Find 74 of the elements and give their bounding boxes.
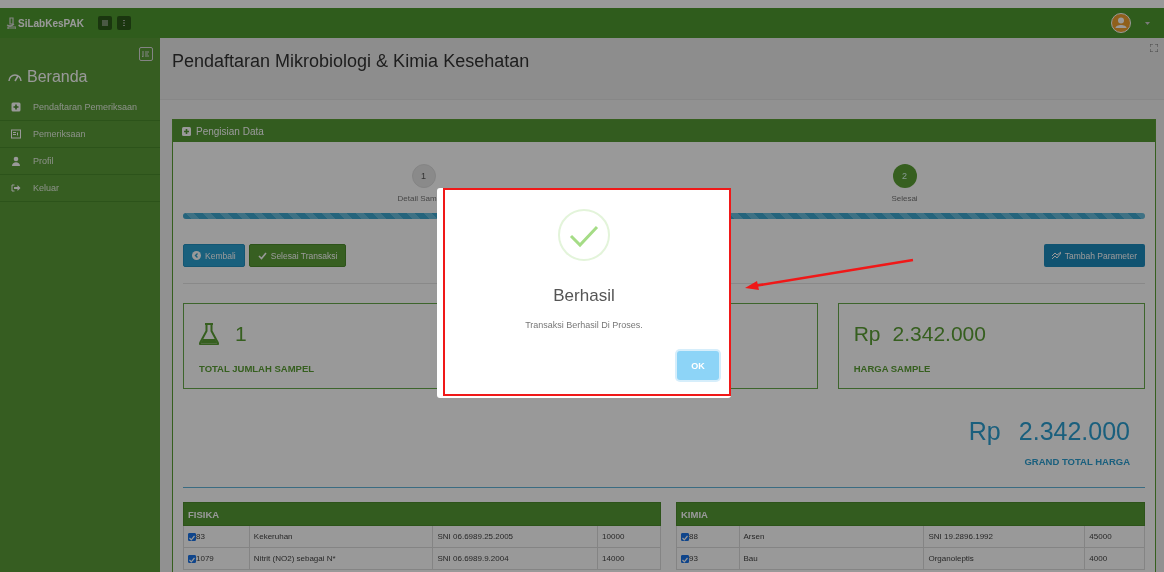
parameter-id: 88 (689, 532, 698, 541)
back-circle-icon (192, 251, 201, 260)
card-icon (11, 129, 21, 139)
checkmark-icon (189, 557, 195, 563)
stat-label: HARGA SAMPLE (853, 363, 932, 374)
check-icon (257, 251, 267, 260)
stat-label: TOTAL JUMLAH SAMPEL (199, 363, 316, 374)
brand-logo[interactable]: SiLabKesPAK (6, 17, 98, 29)
method-cell: SNI 19.2896.1992 (924, 525, 1085, 548)
price-cell: 14000 (597, 547, 661, 570)
parameter-id: 93 (689, 554, 698, 563)
checkmark-icon (682, 557, 688, 563)
currency-label: Rp (968, 417, 1001, 446)
method-cell: SNI 06.6989.25.2005 (432, 525, 598, 548)
parameter-name: Kekeruhan (249, 525, 433, 548)
success-check-icon (558, 209, 610, 261)
currency-label: Rp (853, 322, 881, 346)
method-cell: Organoleptis (924, 547, 1085, 570)
panel-title: Pengisian Data (196, 125, 264, 137)
flask-icon (199, 323, 219, 345)
sidebar-collapse-button[interactable] (139, 47, 153, 61)
menu-icon (101, 19, 109, 27)
sidebar-item-label: Profil (33, 156, 54, 166)
chart-line-icon (1051, 251, 1061, 260)
gauge-icon (8, 72, 22, 82)
exit-icon (11, 183, 21, 193)
home-link[interactable]: Beranda (8, 68, 88, 86)
brand-name: SiLabKesPAK (18, 17, 84, 29)
plus-icon (11, 102, 21, 112)
back-button[interactable]: Kembali (183, 244, 245, 267)
price-cell: 45000 (1084, 525, 1145, 548)
price-cell: 4000 (1084, 547, 1145, 570)
parameter-id: 1079 (196, 554, 214, 563)
add-button[interactable]: Tambah Parameter (1043, 244, 1145, 267)
parameter-id: 83 (196, 532, 205, 541)
user-icon (11, 156, 21, 166)
checkmark-icon (189, 535, 195, 541)
page-title: Pendaftaran Mikrobiologi & Kimia Kesehatan (172, 51, 530, 72)
fullscreen-icon (1150, 44, 1158, 52)
grand-total-label: GRAND TOTAL HARGA (1024, 456, 1130, 467)
stat-value: 2.342.000 (892, 322, 986, 346)
step-label: Selesai (891, 194, 918, 203)
checkbox[interactable] (188, 533, 196, 541)
finish-button[interactable]: Selesai Transaksi (248, 244, 347, 267)
kebab-icon (122, 19, 126, 27)
stat-value: 1 (235, 322, 247, 346)
checkbox[interactable] (681, 555, 689, 563)
step-circle[interactable]: 2 (892, 164, 917, 188)
ok-button[interactable]: OK (677, 351, 719, 380)
menu-toggle-button[interactable] (98, 16, 112, 30)
list-icon (142, 50, 150, 58)
table-header: FISIKA (183, 502, 661, 526)
checkbox[interactable] (188, 555, 196, 563)
step-label: Detail Sam (397, 194, 437, 203)
sidebar-item-label: Pemeriksaan (33, 129, 86, 139)
method-cell: SNI 06.6989.9.2004 (432, 547, 598, 570)
checkmark-icon (682, 535, 688, 541)
dialog-message: Transaksi Berhasil Di Proses. (525, 320, 643, 330)
dialog-title: Berhasil (553, 286, 615, 306)
caret-icon (1145, 21, 1150, 25)
user-avatar-icon (1111, 13, 1131, 33)
checkbox[interactable] (681, 533, 689, 541)
sidebar-item-label: Keluar (33, 183, 59, 193)
home-label: Beranda (27, 68, 88, 86)
grand-total-value: 2.342.000 (1018, 417, 1130, 446)
parameter-name: Arsen (739, 525, 924, 548)
microscope-icon (6, 17, 16, 29)
plus-square-icon (182, 126, 191, 136)
sidebar-item-label: Pendaftaran Pemeriksaan (33, 102, 138, 112)
parameter-name: Bau (739, 547, 924, 570)
table-header: KIMIA (676, 502, 1145, 526)
step-circle[interactable]: 1 (411, 164, 436, 188)
parameter-name: Nitrit (NO2) sebagai N* (249, 547, 433, 570)
price-cell: 10000 (597, 525, 661, 548)
